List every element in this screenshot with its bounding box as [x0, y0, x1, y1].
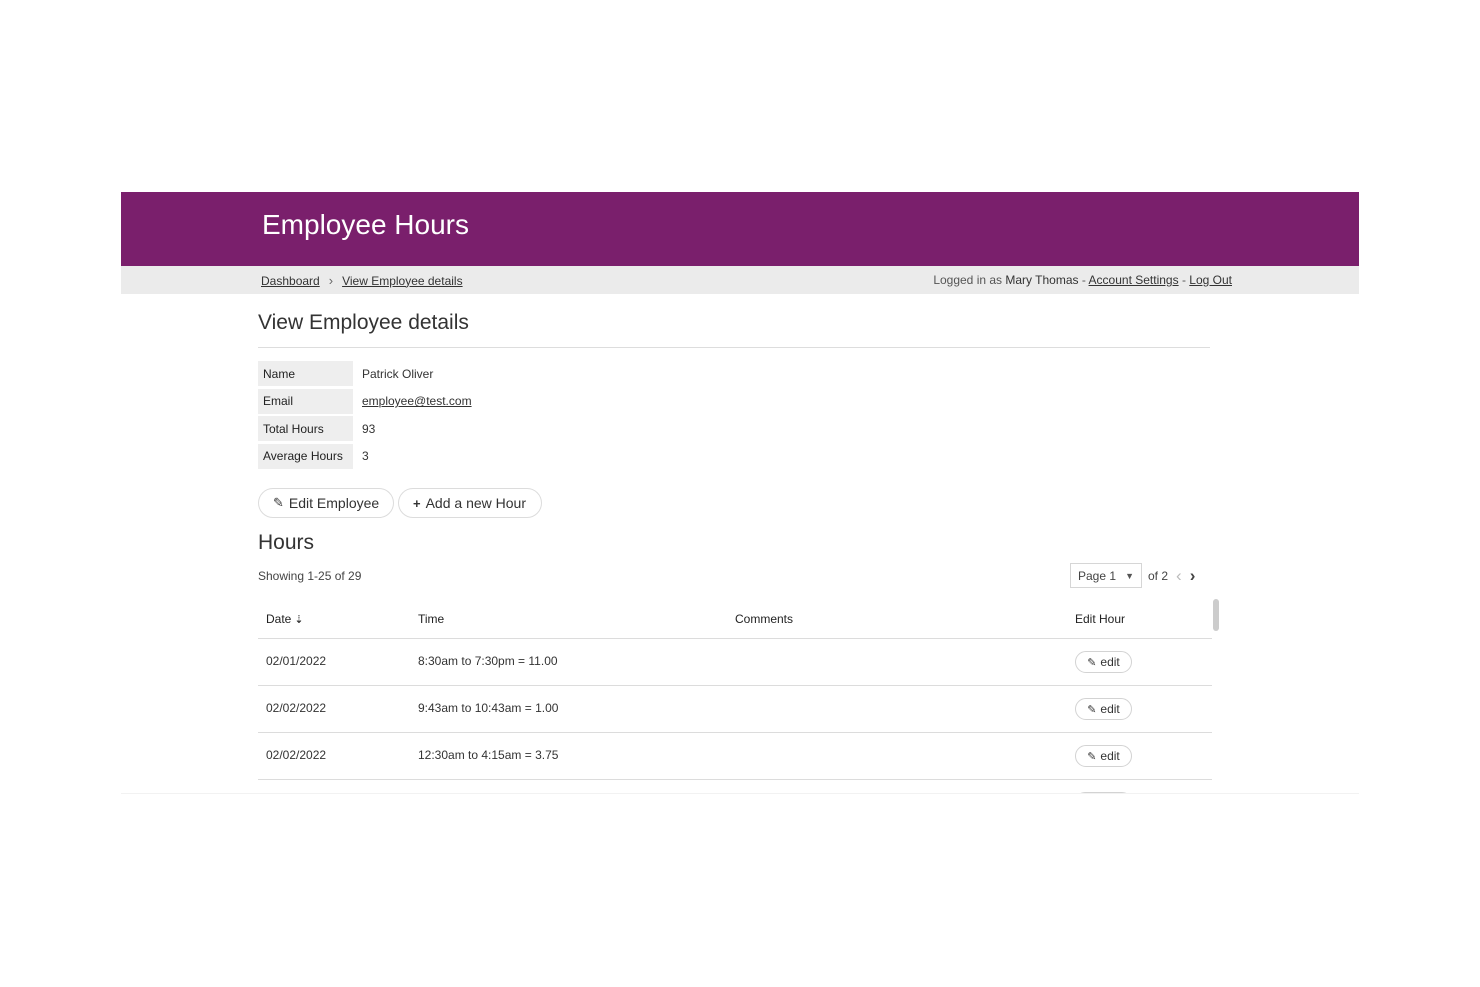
title-divider [258, 347, 1210, 348]
edit-employee-button[interactable]: ✎ Edit Employee [258, 488, 394, 518]
pagination: Page 1 ▼ of 2 ‹ › [1070, 563, 1195, 588]
hours-table: Date ⇣ Time Comments Edit Hour 02/01/2022… [258, 600, 1212, 780]
app-window: Employee Hours Dashboard › View Employee… [121, 192, 1359, 794]
pencil-square-icon: ✎ [1087, 656, 1097, 669]
page-title: View Employee details [258, 311, 469, 334]
add-hour-button[interactable]: + Add a new Hour [398, 488, 542, 518]
user-name: Mary Thomas [1005, 273, 1079, 287]
detail-row-email: Email employee@test.com [258, 388, 472, 416]
app-header: Employee Hours [121, 192, 1359, 266]
edit-hour-label: edit [1100, 655, 1120, 669]
sort-ascending-icon[interactable]: ⇣ [294, 614, 303, 626]
plus-icon: + [413, 495, 421, 511]
detail-row-name: Name Patrick Oliver [258, 360, 472, 388]
account-settings-link[interactable]: Account Settings [1089, 273, 1179, 287]
column-header-time: Time [418, 612, 445, 626]
column-header-date[interactable]: Date ⇣ [266, 612, 304, 626]
logout-link[interactable]: Log Out [1189, 273, 1232, 287]
edit-hour-button[interactable]: ✎ edit [1075, 698, 1132, 720]
breadcrumb-view-employee-link[interactable]: View Employee details [342, 274, 463, 288]
showing-count: Showing 1-25 of 29 [258, 569, 362, 583]
detail-row-average-hours: Average Hours 3 [258, 443, 472, 471]
table-header: Date ⇣ Time Comments Edit Hour [258, 600, 1212, 639]
page-select-value: Page 1 [1078, 568, 1117, 583]
logged-in-prefix: Logged in as [933, 273, 1003, 287]
edit-hour-label: edit [1100, 749, 1120, 763]
edit-hour-button[interactable]: ✎ edit [1075, 745, 1132, 767]
cell-date: 02/02/2022 [266, 748, 327, 762]
table-row: 02/02/2022 9:43am to 10:43am = 1.00 ✎ ed… [258, 686, 1212, 733]
detail-value: Patrick Oliver [362, 366, 434, 381]
cell-time: 9:43am to 10:43am = 1.00 [418, 701, 559, 715]
detail-value: 3 [362, 449, 369, 464]
detail-label: Name [258, 361, 353, 387]
app-title: Employee Hours [262, 209, 469, 240]
pencil-square-icon: ✎ [273, 495, 284, 510]
pencil-square-icon: ✎ [1087, 703, 1097, 716]
user-separator: - [1181, 273, 1186, 287]
edit-employee-label: Edit Employee [288, 495, 380, 511]
detail-label: Email [258, 388, 353, 414]
hours-heading: Hours [258, 531, 315, 554]
cell-time: 8:30am to 7:30pm = 11.00 [418, 654, 558, 668]
breadcrumb-dashboard-link[interactable]: Dashboard [261, 274, 320, 288]
detail-value: 93 [362, 421, 376, 436]
chevron-left-icon[interactable]: ‹ [1176, 567, 1182, 584]
chevron-down-icon: ▼ [1125, 570, 1134, 581]
edit-hour-button[interactable]: ✎ edit [1075, 651, 1132, 673]
detail-row-total-hours: Total Hours 93 [258, 415, 472, 443]
page-total: of 2 [1148, 568, 1169, 583]
employee-details: Name Patrick Oliver Email employee@test.… [258, 360, 472, 470]
detail-value: employee@test.com [357, 394, 472, 408]
top-bar: Dashboard › View Employee details Logged… [121, 266, 1359, 294]
column-header-label: Date [266, 612, 292, 626]
table-row: 02/02/2022 12:30am to 4:15am = 3.75 ✎ ed… [258, 733, 1212, 780]
user-info: Logged in as Mary Thomas - Account Setti… [933, 273, 1232, 287]
detail-label: Average Hours [258, 443, 353, 469]
breadcrumb-separator: › [328, 273, 334, 288]
table-scrollbar[interactable] [1213, 599, 1219, 631]
edit-hour-label: edit [1100, 702, 1120, 716]
column-header-edit-hour: Edit Hour [1075, 612, 1126, 626]
add-hour-label: Add a new Hour [425, 495, 526, 511]
user-separator: - [1081, 273, 1086, 287]
email-link[interactable]: employee@test.com [362, 394, 472, 408]
window-bottom-edge [121, 793, 1359, 794]
breadcrumb: Dashboard › View Employee details [261, 273, 463, 288]
pencil-square-icon: ✎ [1087, 750, 1097, 763]
column-header-comments: Comments [735, 612, 794, 626]
cell-date: 02/02/2022 [266, 701, 327, 715]
page-select[interactable]: Page 1 ▼ [1070, 563, 1142, 588]
table-row: 02/01/2022 8:30am to 7:30pm = 11.00 ✎ ed… [258, 639, 1212, 686]
cell-date: 02/01/2022 [266, 654, 327, 668]
detail-label: Total Hours [258, 416, 353, 442]
chevron-right-icon[interactable]: › [1190, 567, 1196, 584]
cell-time: 12:30am to 4:15am = 3.75 [418, 748, 559, 762]
